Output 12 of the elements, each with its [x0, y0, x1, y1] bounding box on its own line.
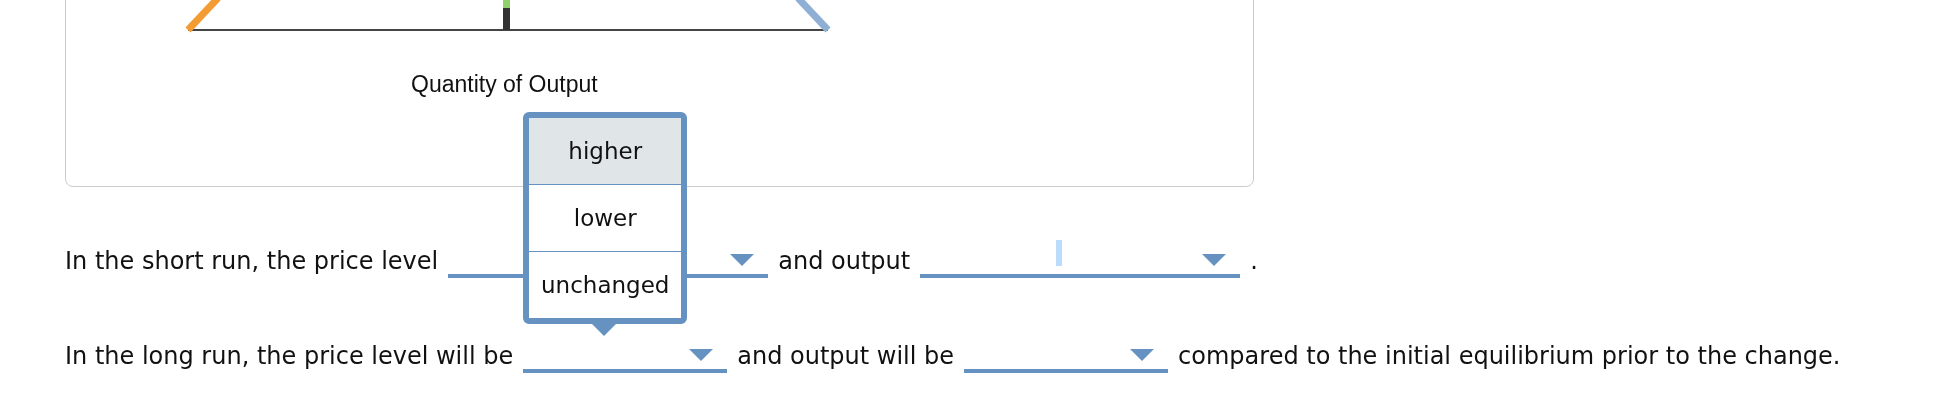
axis-label: Quantity of Output	[411, 71, 598, 98]
question-text: and output	[778, 247, 911, 275]
caret-icon	[1130, 349, 1155, 362]
question-text: compared to the initial equilibrium prior to the change.	[1178, 342, 1841, 370]
caret-icon	[730, 254, 755, 267]
question-text: and output will be	[737, 342, 955, 370]
menu-option[interactable]: higher	[529, 118, 682, 184]
caret-icon	[1202, 254, 1227, 267]
caret-icon	[689, 349, 714, 362]
question-text: In the long run, the price level will be	[65, 342, 514, 370]
question-text: In the short run, the price level	[65, 247, 439, 275]
question-text: .	[1250, 247, 1258, 275]
